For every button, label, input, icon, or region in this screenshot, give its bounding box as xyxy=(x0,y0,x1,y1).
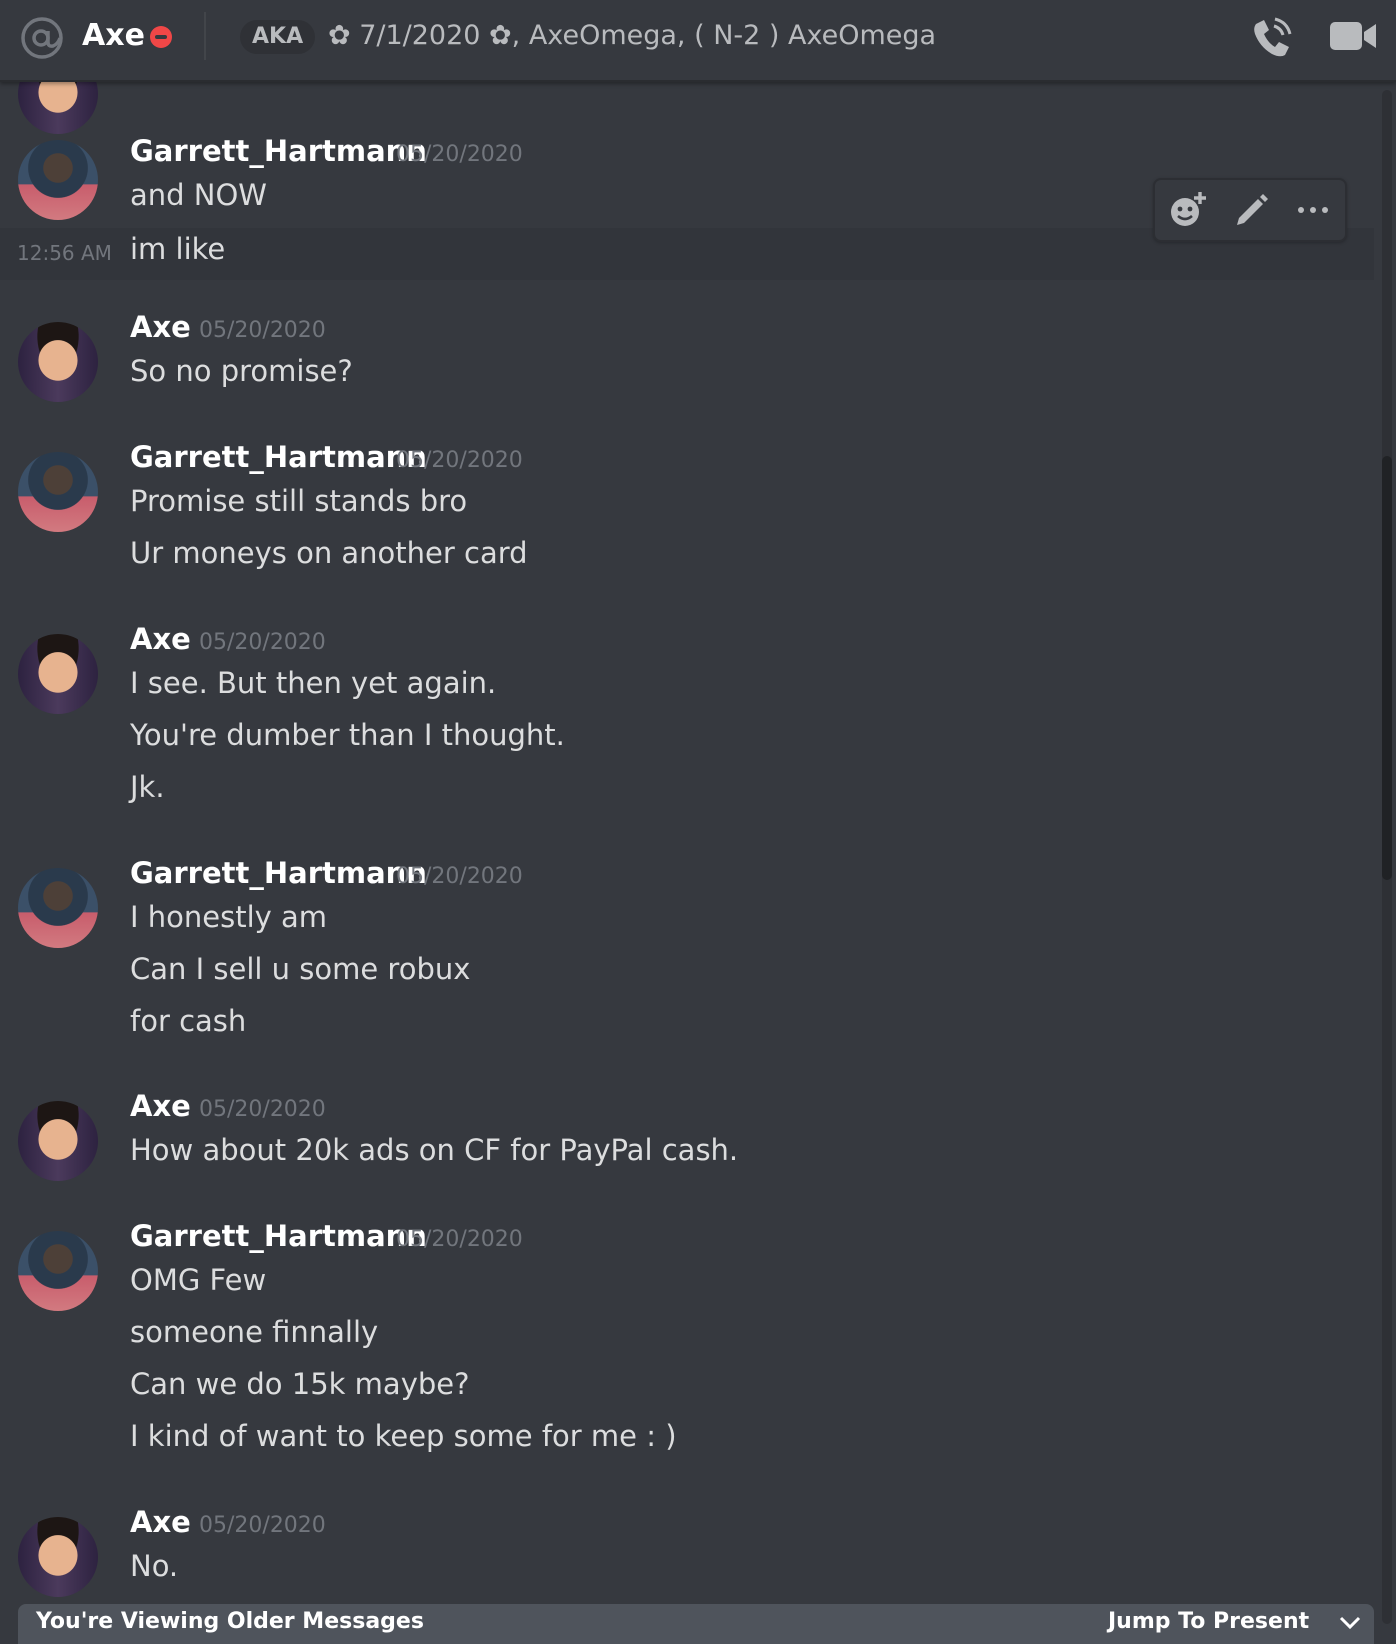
older-messages-label: You're Viewing Older Messages xyxy=(36,1609,424,1634)
message-text: someone finnally xyxy=(130,1315,379,1349)
message-timestamp: 05/20/2020 xyxy=(396,1227,523,1252)
message-timestamp: 05/20/2020 xyxy=(396,142,523,167)
header-divider xyxy=(204,12,206,60)
avatar[interactable] xyxy=(18,82,98,134)
avatar[interactable] xyxy=(18,140,98,220)
message-text: OMG Few xyxy=(130,1263,267,1297)
message-timestamp: 05/20/2020 xyxy=(199,318,326,343)
more-icon[interactable] xyxy=(1293,190,1333,230)
avatar[interactable] xyxy=(18,1231,98,1311)
older-messages-bar[interactable]: You're Viewing Older Messages Jump To Pr… xyxy=(18,1604,1374,1644)
jump-to-present-button[interactable]: Jump To Present xyxy=(1108,1609,1309,1634)
message-text: im like xyxy=(130,232,226,266)
message-text: You're dumber than I thought. xyxy=(130,718,565,752)
message-text: Jk. xyxy=(130,770,165,804)
avatar[interactable] xyxy=(18,634,98,714)
message-author[interactable]: Axe xyxy=(130,310,191,344)
message-author[interactable]: Garrett_Hartmann xyxy=(130,856,427,890)
message-text: Ur moneys on another card xyxy=(130,536,528,570)
avatar[interactable] xyxy=(18,868,98,948)
channel-title: Axe xyxy=(82,18,145,53)
message-text: for cash xyxy=(130,1004,247,1038)
message-text: So no promise? xyxy=(130,354,353,388)
dnd-status-icon xyxy=(150,26,172,48)
avatar[interactable] xyxy=(18,1517,98,1597)
message-author[interactable]: Garrett_Hartmann xyxy=(130,1219,427,1253)
message-text: I honestly am xyxy=(130,900,328,934)
message-author[interactable]: Axe xyxy=(130,622,191,656)
message-author[interactable]: Garrett_Hartmann xyxy=(130,440,427,474)
call-icon[interactable] xyxy=(1250,14,1294,60)
message-author[interactable]: Axe xyxy=(130,1505,191,1539)
message-text: I kind of want to keep some for me : ) xyxy=(130,1419,677,1453)
message-timestamp: 05/20/2020 xyxy=(199,1513,326,1538)
video-icon[interactable] xyxy=(1330,18,1376,54)
message-timestamp: 05/20/2020 xyxy=(199,1097,326,1122)
message-actions-toolbar xyxy=(1153,178,1347,242)
message-text: and NOW xyxy=(130,178,267,212)
add-reaction-icon[interactable] xyxy=(1167,190,1207,230)
edit-icon[interactable] xyxy=(1231,190,1271,230)
message-timestamp: 05/20/2020 xyxy=(199,630,326,655)
message-text: I see. But then yet again. xyxy=(130,666,497,700)
message-list[interactable]: 12:56 AM Garrett_Hartmann 05/20/2020 and… xyxy=(0,82,1382,1624)
avatar[interactable] xyxy=(18,1101,98,1181)
avatar[interactable] xyxy=(18,452,98,532)
message-author[interactable]: Garrett_Hartmann xyxy=(130,134,427,168)
channel-header: Axe AKA ✿ 7/1/2020 ✿, AxeOmega, ( N-2 ) … xyxy=(0,0,1396,82)
message-timestamp: 05/20/2020 xyxy=(396,448,523,473)
avatar[interactable] xyxy=(18,322,98,402)
message-timestamp: 05/20/2020 xyxy=(396,864,523,889)
message-text: Promise still stands bro xyxy=(130,484,468,518)
aka-badge: AKA xyxy=(240,20,316,54)
jump-arrow-icon[interactable] xyxy=(1338,1614,1362,1632)
at-icon xyxy=(21,17,63,59)
hover-timestamp: 12:56 AM xyxy=(17,241,112,265)
message-text: How about 20k ads on CF for PayPal cash. xyxy=(130,1133,739,1167)
message-author[interactable]: Axe xyxy=(130,1089,191,1123)
scrollbar-thumb[interactable] xyxy=(1382,456,1392,880)
message-text: Can we do 15k maybe? xyxy=(130,1367,470,1401)
channel-topic: ✿ 7/1/2020 ✿, AxeOmega, ( N-2 ) AxeOmega xyxy=(328,20,937,51)
message-text: No. xyxy=(130,1549,179,1583)
message-text: Can I sell u some robux xyxy=(130,952,471,986)
